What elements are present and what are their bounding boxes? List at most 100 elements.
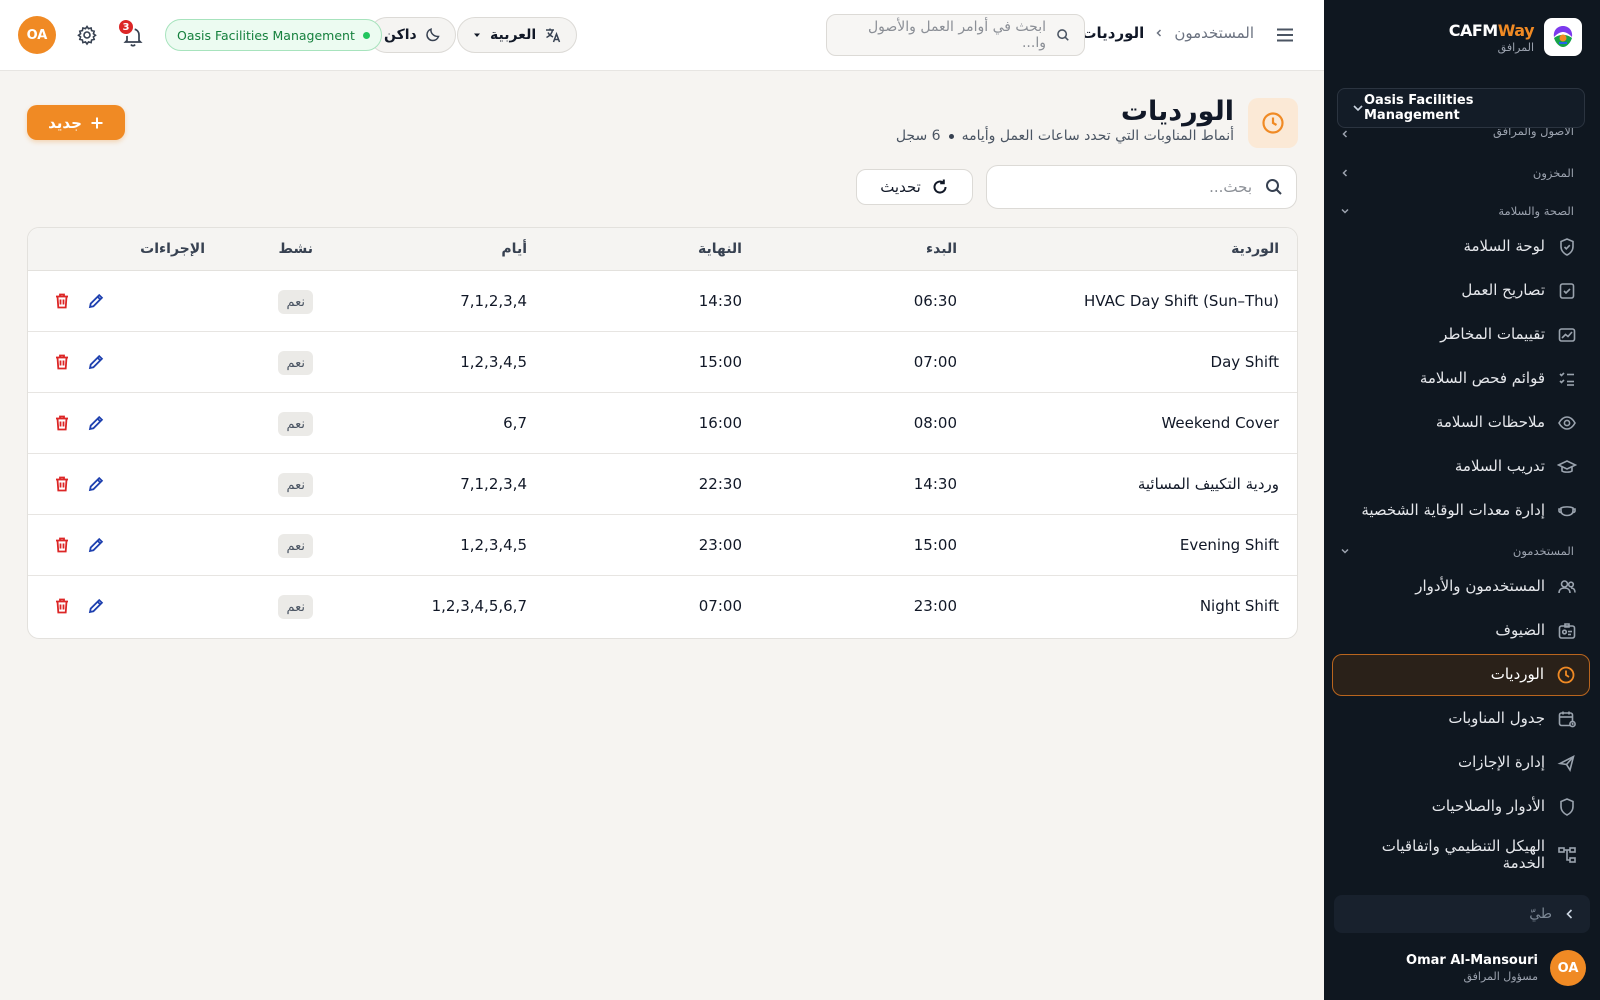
refresh-button[interactable]: تحديث <box>856 169 973 205</box>
translate-icon <box>544 26 562 44</box>
chevron-down-icon <box>1352 102 1364 114</box>
search-icon <box>1056 28 1070 42</box>
table-row[interactable]: وردية التكييف المسائية 14:30 22:30 7,1,2… <box>28 454 1297 515</box>
trash-icon[interactable] <box>52 474 72 494</box>
plane-icon <box>1557 753 1577 773</box>
sidebar-item-org-structure[interactable]: الهيكل التنظيمي واتفاقيات الخدمة <box>1332 830 1590 880</box>
edit-icon[interactable] <box>86 474 106 494</box>
trash-icon[interactable] <box>52 596 72 616</box>
new-shift-button[interactable]: جديد <box>27 105 125 140</box>
shift-name: Night Shift <box>1199 597 1279 615</box>
shift-name: HVAC Day Shift (Sun–Thu) <box>1084 292 1279 310</box>
sidebar-item-guests[interactable]: الضيوف <box>1332 610 1590 652</box>
edit-icon[interactable] <box>86 413 106 433</box>
trash-icon[interactable] <box>52 291 72 311</box>
shift-name: Evening Shift <box>1179 536 1279 554</box>
trash-icon[interactable] <box>52 535 72 555</box>
table-row[interactable]: Evening Shift 15:00 23:00 1,2,3,4,5 نعم <box>28 515 1297 576</box>
shift-end: 22:30 <box>698 475 742 493</box>
nav-section-users[interactable]: المستخدمون <box>1340 544 1574 558</box>
breadcrumb-parent[interactable]: المستخدمون <box>1174 24 1254 42</box>
sidebar-item-leave-management[interactable]: إدارة الإجازات <box>1332 742 1590 784</box>
chevron-left-icon <box>1340 168 1350 178</box>
nav-section-assets[interactable]: الأصول والمرافق <box>1340 128 1574 140</box>
sidebar-item-shifts[interactable]: الورديات <box>1332 654 1590 696</box>
brand-subtitle: المرافق <box>1497 40 1534 54</box>
sidebar-item-safety-dashboard[interactable]: لوحة السلامة <box>1332 226 1590 268</box>
users-icon <box>1557 577 1577 597</box>
column-header-active[interactable]: نشط <box>279 241 314 257</box>
table-body: HVAC Day Shift (Sun–Thu) 06:30 14:30 7,1… <box>28 271 1297 637</box>
edit-icon[interactable] <box>86 291 106 311</box>
record-count: 6 سجل <box>895 128 941 144</box>
chevron-down-icon <box>1340 206 1350 216</box>
sidebar-item-safety-checklists[interactable]: قوائم فحص السلامة <box>1332 358 1590 400</box>
sidebar-item-safety-training[interactable]: تدريب السلامة <box>1332 446 1590 488</box>
collapse-sidebar-button[interactable]: طيّ <box>1334 895 1590 933</box>
brand[interactable]: CAFMWay المرافق <box>1449 18 1582 56</box>
theme-label: داكن <box>384 27 417 43</box>
column-header-end[interactable]: النهاية <box>698 241 742 257</box>
page-title: الورديات <box>1120 96 1234 127</box>
brand-name: CAFMWay <box>1448 20 1535 40</box>
trash-icon[interactable] <box>52 413 72 433</box>
organization-badge: Oasis Facilities Management <box>165 19 382 51</box>
new-button-label: جديد <box>48 113 82 132</box>
page-description: أنماط المناوبات التي تحدد ساعات العمل وأ… <box>961 128 1234 144</box>
language-select[interactable]: العربية <box>457 17 578 53</box>
sidebar-item-ppe-management[interactable]: إدارة معدات الوقاية الشخصية <box>1332 490 1590 532</box>
list-search-input[interactable]: بحث... <box>986 165 1297 209</box>
nav-section-safety[interactable]: الصحة والسلامة <box>1340 204 1574 218</box>
sidebar-item-work-permits[interactable]: تصاريح العمل <box>1332 270 1590 312</box>
shifts-table: الوردية البدء النهاية أيام نشط الإجراءات… <box>27 227 1298 639</box>
sidebar-item-risk-assessments[interactable]: تقييمات المخاطر <box>1332 314 1590 356</box>
table-row[interactable]: Night Shift 23:00 07:00 1,2,3,4,5,6,7 نع… <box>28 576 1297 637</box>
theme-toggle[interactable]: داكن <box>369 17 456 53</box>
topbar: المستخدمون الورديات ابحث في أوامر العمل … <box>0 0 1324 71</box>
gear-icon[interactable] <box>76 24 98 46</box>
shift-name: Weekend Cover <box>1161 414 1279 432</box>
nav-section-inventory[interactable]: المخزون <box>1340 166 1574 180</box>
menu-icon[interactable] <box>1274 24 1296 46</box>
table-header: الوردية البدء النهاية أيام نشط الإجراءات <box>28 228 1297 271</box>
organization-select[interactable]: Oasis Facilities Management <box>1337 88 1585 128</box>
moon-icon <box>425 27 441 43</box>
separator-dot <box>948 133 954 139</box>
table-row[interactable]: HVAC Day Shift (Sun–Thu) 06:30 14:30 7,1… <box>28 271 1297 332</box>
avatar[interactable]: OA <box>18 16 56 54</box>
sidebar-item-safety-observations[interactable]: ملاحظات السلامة <box>1332 402 1590 444</box>
caret-down-icon <box>472 30 482 40</box>
table-row[interactable]: Day Shift 07:00 15:00 1,2,3,4,5 نعم <box>28 332 1297 393</box>
eye-icon <box>1557 413 1577 433</box>
graduation-cap-icon <box>1557 457 1577 477</box>
edit-icon[interactable] <box>86 352 106 372</box>
shift-days: 1,2,3,4,5,6,7 <box>431 597 527 615</box>
user-profile[interactable]: OA Omar Al-Mansouri مسؤول المرافق <box>1406 950 1586 986</box>
column-header-shift[interactable]: الوردية <box>1231 241 1279 257</box>
global-search-input[interactable]: ابحث في أوامر العمل والأصول وا... <box>826 14 1085 56</box>
table-row[interactable]: Weekend Cover 08:00 16:00 6,7 نعم <box>28 393 1297 454</box>
user-name: Omar Al-Mansouri <box>1406 953 1538 968</box>
trash-icon[interactable] <box>52 352 72 372</box>
edit-icon[interactable] <box>86 596 106 616</box>
column-header-days[interactable]: أيام <box>501 241 527 257</box>
shift-days: 7,1,2,3,4 <box>460 475 527 493</box>
sidebar-item-duty-schedule[interactable]: جدول المناوبات <box>1332 698 1590 740</box>
shift-end: 14:30 <box>698 292 742 310</box>
refresh-icon <box>931 178 949 196</box>
shift-name: Day Shift <box>1210 353 1279 371</box>
shield-check-icon <box>1557 237 1577 257</box>
organization-badge-label: Oasis Facilities Management <box>177 27 355 43</box>
shift-days: 1,2,3,4,5 <box>460 536 527 554</box>
shift-days: 6,7 <box>503 414 527 432</box>
sidebar-nav[interactable]: الأصول والمرافق المخزون الصحة والسلامة ل… <box>1324 128 1600 888</box>
sidebar-item-users-roles[interactable]: المستخدمون والأدوار <box>1332 566 1590 608</box>
sidebar-item-roles-permissions[interactable]: الأدوار والصلاحيات <box>1332 786 1590 828</box>
chevron-left-icon <box>1340 129 1350 139</box>
active-badge: نعم <box>278 412 313 436</box>
active-badge: نعم <box>278 473 313 497</box>
sidebar: CAFMWay المرافق Oasis Facilities Managem… <box>1324 0 1600 1000</box>
shift-days: 7,1,2,3,4 <box>460 292 527 310</box>
column-header-start[interactable]: البدء <box>926 241 957 257</box>
edit-icon[interactable] <box>86 535 106 555</box>
